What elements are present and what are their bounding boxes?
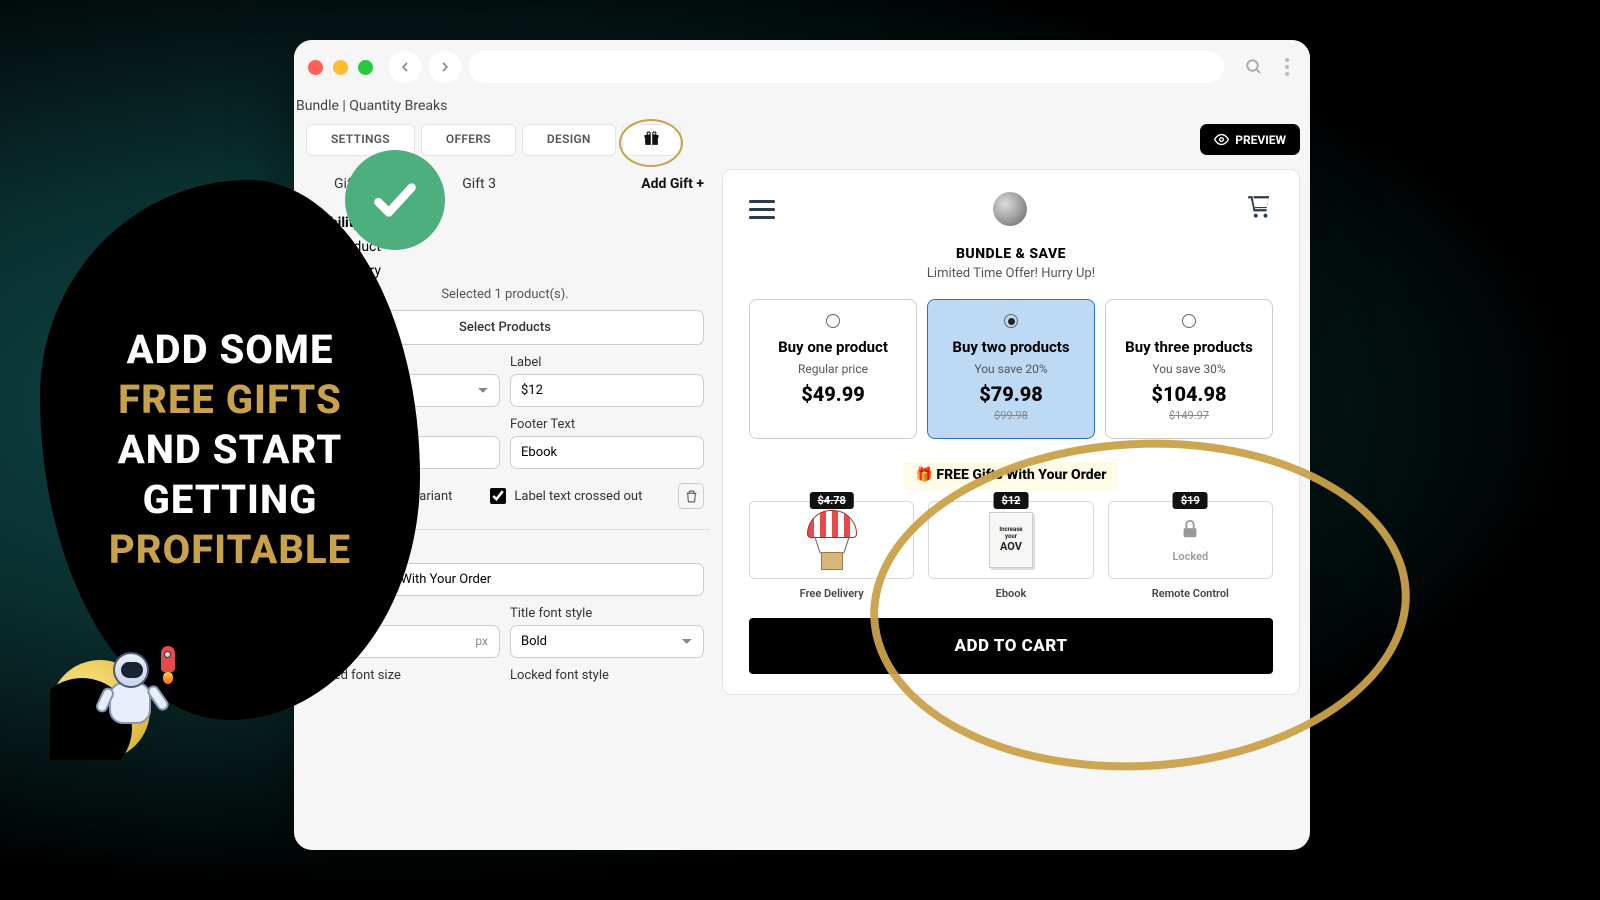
url-bar[interactable]	[469, 51, 1224, 83]
bundle-card-3[interactable]: Buy three products You save 30% $104.98 …	[1105, 299, 1273, 439]
tab-gifts[interactable]	[622, 124, 681, 156]
tab-design[interactable]: DESIGN	[522, 124, 616, 156]
add-gift-button[interactable]: Add Gift +	[641, 176, 704, 192]
label-field-label: Label	[510, 355, 704, 370]
radio-icon	[826, 314, 840, 328]
headline-text: ADD SOME FREE GIFTS AND START GETTING PR…	[109, 325, 351, 575]
crossed-out-label: Label text crossed out	[514, 489, 642, 504]
gift-name: Remote Control	[1108, 587, 1273, 600]
eye-icon	[1214, 132, 1229, 147]
browser-chrome	[294, 40, 1310, 94]
back-button[interactable]	[389, 51, 421, 83]
bundle-card-1[interactable]: Buy one product Regular price $49.99	[749, 299, 917, 439]
footer-text-label: Footer Text	[510, 417, 704, 432]
card-title: Buy three products	[1114, 338, 1264, 356]
free-gifts-banner: 🎁 FREE Gifts With Your Order	[904, 461, 1119, 489]
gift-name: Free Delivery	[749, 587, 914, 600]
preview-panel: BUNDLE & SAVE Limited Time Offer! Hurry …	[722, 169, 1300, 695]
page-title: Bundle | Quantity Breaks	[294, 94, 1310, 124]
price-tag: $12	[994, 492, 1029, 509]
locked-font-style-label: Locked font style	[510, 668, 704, 683]
title-font-style-select[interactable]: Bold	[510, 625, 704, 658]
px-unit: px	[475, 634, 488, 648]
add-to-cart-button[interactable]: ADD TO CART	[749, 618, 1273, 674]
maximize-window-icon[interactable]	[358, 60, 373, 75]
card-sub: You save 30%	[1114, 362, 1264, 376]
check-badge-icon	[345, 150, 445, 250]
lock-icon	[1172, 518, 1208, 546]
gift-item-2: $12 IncreaseyourAOV Ebook	[928, 501, 1093, 600]
gift-name: Ebook	[928, 587, 1093, 600]
forward-button[interactable]	[429, 51, 461, 83]
search-icon[interactable]	[1238, 51, 1270, 83]
card-strike: $149.97	[1114, 409, 1264, 422]
card-price: $49.99	[758, 382, 908, 406]
minimize-window-icon[interactable]	[333, 60, 348, 75]
cart-icon[interactable]	[1245, 194, 1273, 224]
radio-icon	[1182, 314, 1196, 328]
book-icon: IncreaseyourAOV	[989, 512, 1033, 568]
title-font-style-label: Title font style	[510, 606, 704, 621]
card-sub: Regular price	[758, 362, 908, 376]
card-price: $79.98	[936, 382, 1086, 406]
bundle-title: BUNDLE & SAVE	[749, 246, 1273, 262]
card-strike: $99.98	[936, 409, 1086, 422]
mascot-illustration	[50, 640, 190, 760]
label-input[interactable]	[510, 374, 704, 407]
card-sub: You save 20%	[936, 362, 1086, 376]
bundle-card-2[interactable]: Buy two products You save 20% $79.98 $99…	[927, 299, 1095, 439]
more-menu-icon[interactable]	[1278, 54, 1296, 80]
trash-icon	[685, 490, 698, 503]
browser-window: Bundle | Quantity Breaks SETTINGS OFFERS…	[294, 40, 1310, 850]
bundle-subtitle: Limited Time Offer! Hurry Up!	[749, 266, 1273, 281]
gift-icon	[643, 130, 660, 147]
parachute-icon	[807, 510, 857, 570]
radio-icon	[1004, 314, 1018, 328]
gift-item-1: $4.78 Free Delivery	[749, 501, 914, 600]
menu-icon[interactable]	[749, 200, 775, 219]
card-title: Buy two products	[936, 338, 1086, 356]
radio-product[interactable]: Product	[306, 239, 704, 255]
tab-offers[interactable]: OFFERS	[421, 124, 516, 156]
logo-icon	[993, 192, 1027, 226]
card-title: Buy one product	[758, 338, 908, 356]
price-tag: $4.78	[809, 492, 853, 509]
price-tag: $19	[1173, 492, 1208, 509]
sub-tab-gift-3[interactable]: Gift 3	[458, 170, 500, 198]
card-price: $104.98	[1114, 382, 1264, 406]
gift-item-3: $19 Locked Remote Control	[1108, 501, 1273, 600]
preview-button[interactable]: PREVIEW	[1200, 124, 1300, 155]
locked-label: Locked	[1172, 550, 1208, 563]
footer-text-input[interactable]	[510, 436, 704, 469]
traffic-lights	[308, 60, 373, 75]
close-window-icon[interactable]	[308, 60, 323, 75]
crossed-out-checkbox[interactable]	[490, 488, 506, 504]
delete-button[interactable]	[678, 483, 704, 509]
main-tabs: SETTINGS OFFERS DESIGN	[306, 124, 681, 156]
